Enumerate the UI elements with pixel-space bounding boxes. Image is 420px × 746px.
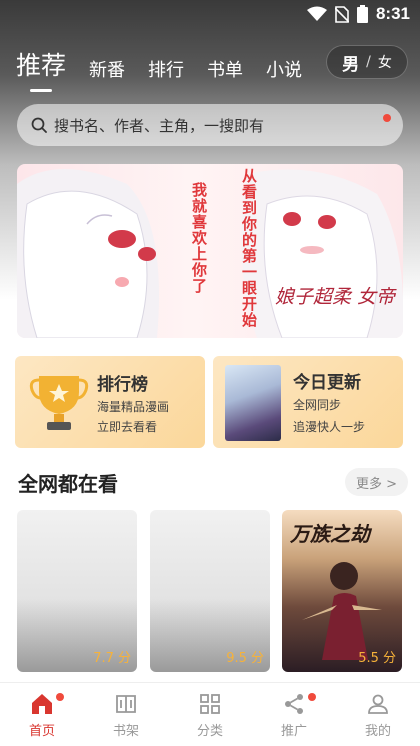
bookshelf-icon xyxy=(114,691,138,717)
book-card-3[interactable]: 万族之劫 5.5 分 xyxy=(282,510,402,672)
share-icon xyxy=(282,691,306,717)
banner-carousel[interactable]: 从看到你的第一眼开始 我就喜欢上你了 娘子超柔 女帝 xyxy=(17,164,403,338)
battery-icon xyxy=(356,5,368,23)
search-icon xyxy=(31,117,47,133)
book-score-2: 9.5 分 xyxy=(226,651,264,666)
banner-illustration xyxy=(17,169,403,338)
category-icon xyxy=(198,691,222,717)
no-sim-icon xyxy=(334,5,349,23)
nav-home-label: 首页 xyxy=(28,723,55,739)
gender-separator: / xyxy=(366,54,371,70)
gender-male[interactable]: 男 xyxy=(342,50,359,75)
nav-promote-badge xyxy=(308,693,316,701)
gender-toggle[interactable]: 男 / 女 xyxy=(326,45,408,79)
daily-update-cover xyxy=(225,365,281,441)
ranking-card-title: 排行榜 xyxy=(97,375,148,395)
gender-female[interactable]: 女 xyxy=(378,52,392,72)
section-title: 全网都在看 xyxy=(18,472,118,496)
more-button[interactable]: 更多 > xyxy=(345,468,408,496)
book-score-1: 7.7 分 xyxy=(93,651,131,666)
trophy-icon xyxy=(29,370,89,440)
nav-bookshelf-label: 书架 xyxy=(112,723,139,739)
tab-new-series[interactable]: 新番 xyxy=(89,56,125,82)
nav-profile[interactable]: 我的 xyxy=(336,683,420,746)
nav-category[interactable]: 分类 xyxy=(168,683,252,746)
daily-update-title: 今日更新 xyxy=(293,373,361,393)
top-tabs: 推荐 新番 排行 书单 小说 xyxy=(16,42,325,92)
book-card-1[interactable]: 7.7 分 xyxy=(17,510,137,672)
daily-update-line1: 全网同步 xyxy=(293,398,342,412)
daily-update-line2: 追漫快人一步 xyxy=(293,420,366,434)
status-bar: 8:31 xyxy=(0,0,420,28)
tab-novel[interactable]: 小说 xyxy=(266,56,302,82)
nav-home[interactable]: 首页 xyxy=(0,683,84,746)
book-card-2[interactable]: 9.5 分 xyxy=(150,510,270,672)
home-icon xyxy=(30,691,54,717)
ranking-card[interactable]: 排行榜 海量精品漫画 立即去看看 xyxy=(15,356,205,448)
tab-recommend[interactable]: 推荐 xyxy=(16,46,66,92)
nav-bookshelf[interactable]: 书架 xyxy=(84,683,168,746)
banner-logo: 娘子超柔 女帝 xyxy=(275,286,396,308)
banner-caption-1: 从看到你的第一眼开始 xyxy=(240,168,258,328)
book-score-3: 5.5 分 xyxy=(358,651,396,666)
search-placeholder: 搜书名、作者、主角，一搜即有 xyxy=(54,116,265,135)
ranking-card-line1: 海量精品漫画 xyxy=(97,400,170,414)
nav-profile-label: 我的 xyxy=(364,723,391,739)
ranking-card-line2: 立即去看看 xyxy=(97,420,158,434)
tab-ranking[interactable]: 排行 xyxy=(148,56,184,82)
wifi-icon xyxy=(306,6,327,22)
search-bar[interactable]: 搜书名、作者、主角，一搜即有 xyxy=(17,104,403,146)
clock: 8:31 xyxy=(375,4,410,23)
daily-update-card[interactable]: 今日更新 全网同步 追漫快人一步 xyxy=(213,356,403,448)
search-notification-dot xyxy=(383,114,391,122)
tab-booklist[interactable]: 书单 xyxy=(207,56,243,82)
nav-promote[interactable]: 推广 xyxy=(252,683,336,746)
nav-promote-label: 推广 xyxy=(280,723,307,739)
profile-icon xyxy=(366,691,390,717)
banner-caption-2: 我就喜欢上你了 xyxy=(190,182,208,294)
bottom-navigation: 首页 书架 分类 推广 我的 xyxy=(0,682,420,746)
nav-category-label: 分类 xyxy=(196,723,223,739)
nav-home-badge xyxy=(56,693,64,701)
